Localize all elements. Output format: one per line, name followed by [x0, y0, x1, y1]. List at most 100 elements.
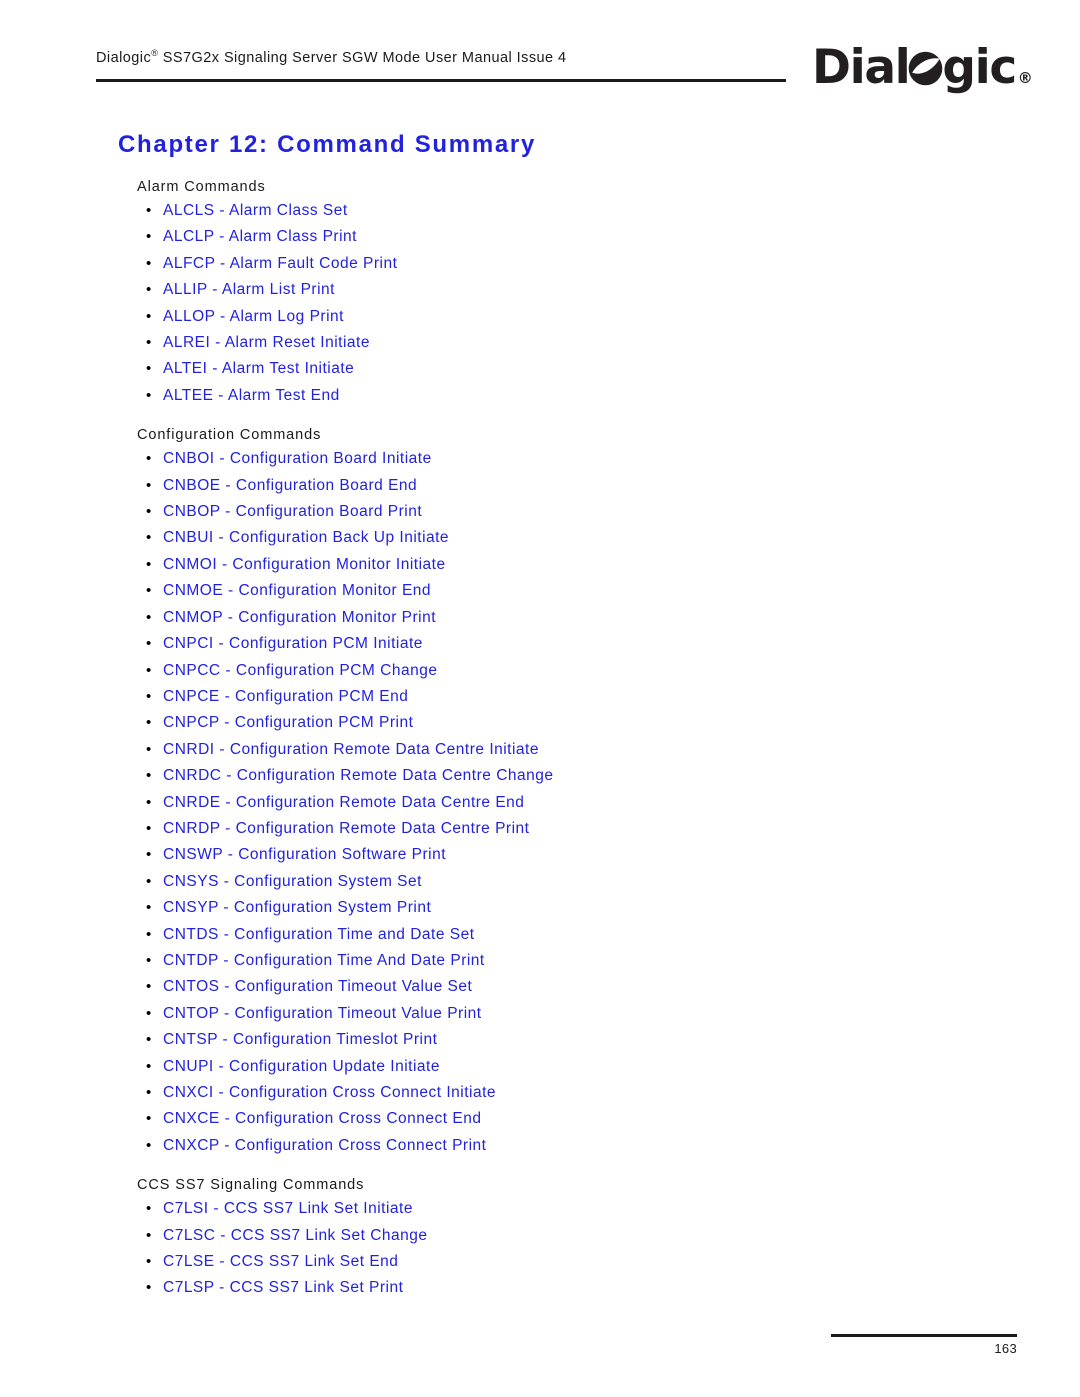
list-item[interactable]: • C7LSP - CCS SS7 Link Set Print [137, 1275, 1017, 1301]
command-link[interactable]: CNTOS - Configuration Timeout Value Set [163, 978, 472, 995]
list-item[interactable]: • CNXCE - Configuration Cross Connect End [137, 1106, 1017, 1132]
list-item[interactable]: • CNTOP - Configuration Timeout Value Pri… [137, 1001, 1017, 1027]
command-link[interactable]: C7LSC - CCS SS7 Link Set Change [163, 1227, 427, 1244]
page-number: 163 [994, 1341, 1017, 1356]
list-item[interactable]: • ALREI - Alarm Reset Initiate [137, 330, 1017, 356]
command-link[interactable]: CNBOI - Configuration Board Initiate [163, 450, 432, 467]
command-link[interactable]: CNBUI - Configuration Back Up Initiate [163, 529, 449, 546]
command-link[interactable]: CNSWP - Configuration Software Print [163, 846, 446, 863]
list-item[interactable]: • CNTDP - Configuration Time And Date Pri… [137, 948, 1017, 974]
list-item[interactable]: • CNXCP - Configuration Cross Connect Pri… [137, 1133, 1017, 1159]
bullet-icon: • [146, 951, 152, 969]
list-item[interactable]: • CNBOI - Configuration Board Initiate [137, 446, 1017, 472]
list-item[interactable]: • ALLOP - Alarm Log Print [137, 304, 1017, 330]
list-item[interactable]: • CNXCI - Configuration Cross Connect Ini… [137, 1080, 1017, 1106]
header-manual-title: Dialogic® SS7G2x Signaling Server SGW Mo… [96, 49, 567, 66]
list-item[interactable]: • CNMOP - Configuration Monitor Print [137, 605, 1017, 631]
command-link[interactable]: ALREI - Alarm Reset Initiate [163, 334, 370, 351]
list-item[interactable]: • CNTOS - Configuration Timeout Value Set [137, 974, 1017, 1000]
bullet-icon: • [146, 1057, 152, 1075]
list-item[interactable]: • CNBOP - Configuration Board Print [137, 499, 1017, 525]
list-item[interactable]: • ALCLP - Alarm Class Print [137, 224, 1017, 250]
command-list-ccs-ss7: • C7LSI - CCS SS7 Link Set Initiate • C7LS… [137, 1196, 1017, 1302]
list-item[interactable]: • CNRDI - Configuration Remote Data Centr… [137, 737, 1017, 763]
section-configuration-commands: Configuration Commands • CNBOI - Configur… [137, 424, 1017, 1159]
list-item[interactable]: • CNPCP - Configuration PCM Print [137, 710, 1017, 736]
list-item[interactable]: • CNUPI - Configuration Update Initiate [137, 1054, 1017, 1080]
list-item[interactable]: • CNSWP - Configuration Software Print [137, 842, 1017, 868]
command-link[interactable]: ALTEI - Alarm Test Initiate [163, 360, 354, 377]
list-item[interactable]: • C7LSC - CCS SS7 Link Set Change [137, 1223, 1017, 1249]
list-item[interactable]: • CNRDE - Configuration Remote Data Centr… [137, 790, 1017, 816]
command-link[interactable]: ALCLS - Alarm Class Set [163, 202, 348, 219]
command-link[interactable]: CNBOE - Configuration Board End [163, 477, 417, 494]
command-link[interactable]: CNBOP - Configuration Board Print [163, 503, 422, 520]
list-item[interactable]: • ALLIP - Alarm List Print [137, 277, 1017, 303]
list-item[interactable]: • CNPCI - Configuration PCM Initiate [137, 631, 1017, 657]
list-item[interactable]: • CNBOE - Configuration Board End [137, 473, 1017, 499]
bullet-icon: • [146, 1279, 152, 1297]
command-link[interactable]: CNTDP - Configuration Time And Date Prin… [163, 952, 485, 969]
list-item[interactable]: • CNTDS - Configuration Time and Date Set [137, 922, 1017, 948]
list-item[interactable]: • ALTEE - Alarm Test End [137, 383, 1017, 409]
list-item[interactable]: • CNMOI - Configuration Monitor Initiate [137, 552, 1017, 578]
list-item[interactable]: • CNTSP - Configuration Timeslot Print [137, 1027, 1017, 1053]
command-link[interactable]: C7LSE - CCS SS7 Link Set End [163, 1253, 398, 1270]
bullet-icon: • [146, 582, 152, 600]
command-link[interactable]: ALCLP - Alarm Class Print [163, 228, 357, 245]
bullet-icon: • [146, 529, 152, 547]
command-link[interactable]: CNXCP - Configuration Cross Connect Prin… [163, 1137, 486, 1154]
command-link[interactable]: CNRDI - Configuration Remote Data Centre… [163, 741, 539, 758]
list-item[interactable]: • C7LSE - CCS SS7 Link Set End [137, 1249, 1017, 1275]
command-link[interactable]: CNMOE - Configuration Monitor End [163, 582, 431, 599]
header-title-rest: SS7G2x Signaling Server SGW Mode User Ma… [158, 50, 567, 66]
list-item[interactable]: • C7LSI - CCS SS7 Link Set Initiate [137, 1196, 1017, 1222]
list-item[interactable]: • CNSYS - Configuration System Set [137, 869, 1017, 895]
command-link[interactable]: CNTOP - Configuration Timeout Value Prin… [163, 1005, 482, 1022]
command-link[interactable]: CNXCI - Configuration Cross Connect Init… [163, 1084, 496, 1101]
bullet-icon: • [146, 925, 152, 943]
list-item[interactable]: • CNPCE - Configuration PCM End [137, 684, 1017, 710]
command-link[interactable]: CNPCP - Configuration PCM Print [163, 714, 413, 731]
command-link[interactable]: CNSYS - Configuration System Set [163, 873, 422, 890]
command-link[interactable]: CNRDE - Configuration Remote Data Centre… [163, 794, 524, 811]
list-item[interactable]: • CNRDC - Configuration Remote Data Centr… [137, 763, 1017, 789]
logo-text-part1: Dial [812, 40, 911, 95]
command-link[interactable]: CNUPI - Configuration Update Initiate [163, 1058, 440, 1075]
command-link[interactable]: CNPCI - Configuration PCM Initiate [163, 635, 423, 652]
list-item[interactable]: • CNMOE - Configuration Monitor End [137, 578, 1017, 604]
bullet-icon: • [146, 1110, 152, 1128]
command-link[interactable]: CNPCC - Configuration PCM Change [163, 662, 437, 679]
bullet-icon: • [146, 334, 152, 352]
command-link[interactable]: ALFCP - Alarm Fault Code Print [163, 255, 397, 272]
list-item[interactable]: • ALTEI - Alarm Test Initiate [137, 356, 1017, 382]
command-link[interactable]: CNRDP - Configuration Remote Data Centre… [163, 820, 529, 837]
list-item[interactable]: • ALFCP - Alarm Fault Code Print [137, 251, 1017, 277]
list-item[interactable]: • ALCLS - Alarm Class Set [137, 198, 1017, 224]
list-item[interactable]: • CNPCC - Configuration PCM Change [137, 658, 1017, 684]
command-summary-content: Alarm Commands • ALCLS - Alarm Class Set … [137, 176, 1017, 1302]
command-link[interactable]: CNTDS - Configuration Time and Date Set [163, 926, 475, 943]
command-link[interactable]: CNPCE - Configuration PCM End [163, 688, 408, 705]
list-item[interactable]: • CNSYP - Configuration System Print [137, 895, 1017, 921]
command-link[interactable]: ALLIP - Alarm List Print [163, 281, 335, 298]
bullet-icon: • [146, 476, 152, 494]
command-link[interactable]: ALLOP - Alarm Log Print [163, 308, 344, 325]
command-link[interactable]: CNSYP - Configuration System Print [163, 899, 431, 916]
command-link[interactable]: C7LSI - CCS SS7 Link Set Initiate [163, 1200, 413, 1217]
command-link[interactable]: ALTEE - Alarm Test End [163, 387, 340, 404]
section-heading-ccs-ss7-signaling-commands: CCS SS7 Signaling Commands [137, 1177, 365, 1194]
command-link[interactable]: CNXCE - Configuration Cross Connect End [163, 1110, 481, 1127]
command-link[interactable]: CNMOP - Configuration Monitor Print [163, 609, 436, 626]
command-link[interactable]: C7LSP - CCS SS7 Link Set Print [163, 1279, 403, 1296]
list-item[interactable]: • CNRDP - Configuration Remote Data Centr… [137, 816, 1017, 842]
command-list-alarm: • ALCLS - Alarm Class Set • ALCLP - Alarm … [137, 198, 1017, 409]
bullet-icon: • [146, 872, 152, 890]
command-link[interactable]: CNTSP - Configuration Timeslot Print [163, 1031, 437, 1048]
bullet-icon: • [146, 555, 152, 573]
command-link[interactable]: CNMOI - Configuration Monitor Initiate [163, 556, 446, 573]
command-link[interactable]: CNRDC - Configuration Remote Data Centre… [163, 767, 554, 784]
list-item[interactable]: • CNBUI - Configuration Back Up Initiate [137, 525, 1017, 551]
